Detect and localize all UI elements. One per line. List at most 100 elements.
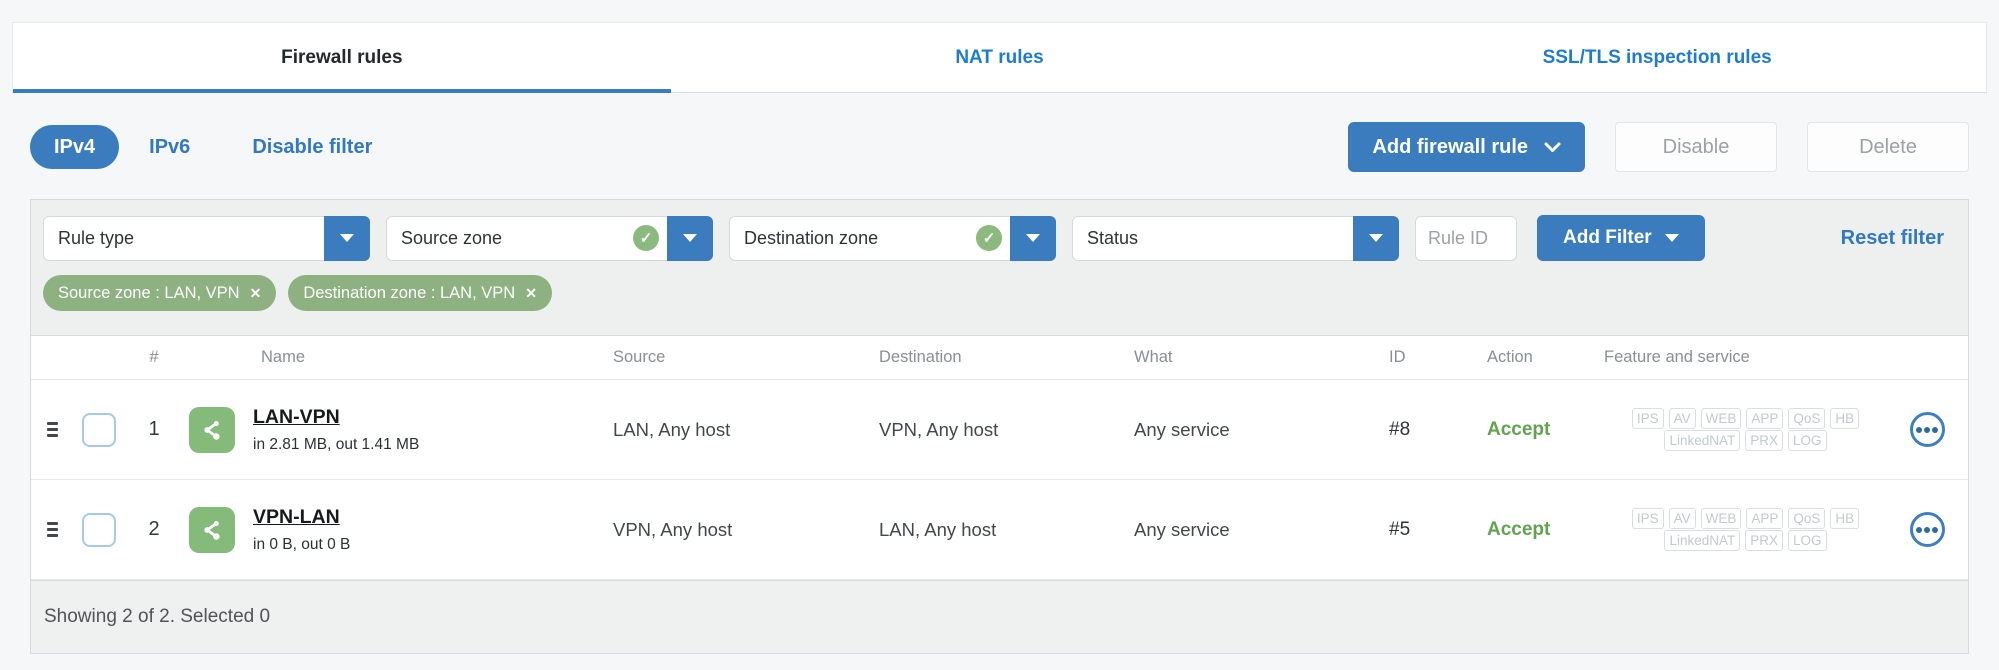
- header-destination: Destination: [879, 348, 962, 366]
- header-feature-and-service: Feature and service: [1604, 348, 1750, 366]
- ellipsis-circle-icon[interactable]: [1909, 412, 1945, 447]
- dropdown-toggle-button[interactable]: [324, 215, 370, 261]
- rule-what: Any service: [1134, 518, 1230, 540]
- check-circle-icon: ✓: [633, 225, 659, 251]
- header-id: ID: [1389, 348, 1406, 366]
- add-firewall-rule-label: Add firewall rule: [1372, 135, 1528, 158]
- feature-badge: PRX: [1745, 430, 1784, 451]
- tab-bar: Firewall rules NAT rules SSL/TLS inspectio…: [12, 22, 1987, 93]
- filter-chips: Source zone : LAN, VPN ✕ Destination zone …: [31, 271, 1968, 335]
- feature-badge: QoS: [1788, 508, 1826, 529]
- dropdown-label: Source zone: [401, 227, 503, 248]
- drag-handle-icon[interactable]: [46, 522, 58, 537]
- ellipsis-circle-icon[interactable]: [1909, 512, 1945, 547]
- feature-badge: IPS: [1631, 408, 1664, 429]
- rule-number: 1: [148, 418, 160, 440]
- rule-destination: VPN, Any host: [879, 418, 999, 440]
- dropdown-toggle-button[interactable]: [667, 215, 713, 261]
- chevron-down-triangle-icon: [340, 234, 354, 242]
- header-what: What: [1134, 348, 1173, 366]
- rule-source: VPN, Any host: [613, 518, 733, 540]
- feature-badge: WEB: [1700, 408, 1742, 429]
- filter-area: Rule type Source zone ✓ Destination zone ✓ St…: [31, 200, 1968, 336]
- table-footer: Showing 2 of 2. Selected 0: [31, 580, 1968, 653]
- filter-dropdown-status[interactable]: Status: [1072, 215, 1399, 261]
- ipv6-toggle[interactable]: IPv6: [149, 136, 190, 159]
- filter-dropdown-rule-type[interactable]: Rule type: [43, 215, 370, 261]
- filter-chip: Destination zone : LAN, VPN ✕: [288, 275, 552, 311]
- dropdown-label: Status: [1087, 227, 1139, 248]
- feature-badge: AV: [1668, 508, 1696, 529]
- feature-badge: PRX: [1745, 530, 1784, 551]
- rule-destination: LAN, Any host: [879, 518, 997, 540]
- rule-name-link[interactable]: VPN-LAN: [253, 506, 340, 528]
- reset-filter-link[interactable]: Reset filter: [1841, 227, 1956, 250]
- filter-dropdown-source-zone[interactable]: Source zone ✓: [386, 215, 713, 261]
- feature-badge: QoS: [1788, 408, 1826, 429]
- ipv4-toggle[interactable]: IPv4: [30, 125, 120, 169]
- filter-chip: Source zone : LAN, VPN ✕: [43, 275, 277, 311]
- tab-ssl-tls-inspection-rules[interactable]: SSL/TLS inspection rules: [1328, 23, 1986, 92]
- feature-badge: LinkedNAT: [1664, 530, 1741, 551]
- rule-id: #5: [1389, 518, 1411, 540]
- rules-table-body: 1 LAN-VPN in 2.81 MB, out 1.41 MB LAN, A…: [31, 380, 1968, 580]
- table-header: # Name Source Destination What ID Action…: [31, 336, 1968, 380]
- tab-firewall-rules[interactable]: Firewall rules: [13, 23, 671, 93]
- filter-chip-label: Destination zone : LAN, VPN: [303, 283, 516, 302]
- add-firewall-rule-button[interactable]: Add firewall rule: [1348, 122, 1585, 172]
- check-circle-icon: ✓: [976, 225, 1002, 251]
- dropdown-toggle-button[interactable]: [1010, 215, 1056, 261]
- chevron-down-triangle-icon: [683, 234, 697, 242]
- close-icon[interactable]: ✕: [250, 285, 262, 302]
- share-icon: [189, 406, 235, 453]
- row-checkbox[interactable]: [82, 512, 116, 547]
- share-icon: [189, 506, 235, 553]
- header-action: Action: [1487, 348, 1533, 366]
- rule-action: Accept: [1487, 519, 1551, 540]
- feature-badge: WEB: [1700, 508, 1742, 529]
- rule-traffic: in 0 B, out 0 B: [253, 535, 351, 553]
- feature-badge: LOG: [1788, 430, 1827, 451]
- dropdown-label: Rule type: [58, 227, 135, 248]
- header-source: Source: [613, 348, 666, 366]
- drag-handle-icon[interactable]: [46, 422, 58, 437]
- rule-id: #8: [1389, 418, 1411, 440]
- feature-badge: IPS: [1631, 508, 1664, 529]
- toolbar-actions: Add firewall rule Disable Delete: [1348, 122, 1969, 172]
- table-row: 2 VPN-LAN in 0 B, out 0 B VPN, Any host …: [31, 480, 1968, 580]
- tab-nat-rules[interactable]: NAT rules: [671, 23, 1329, 92]
- toolbar: IPv4 IPv6 Disable filter Add firewall ru…: [30, 122, 1969, 172]
- delete-button[interactable]: Delete: [1807, 122, 1969, 172]
- feature-badge: LOG: [1788, 530, 1827, 551]
- rule-action: Accept: [1487, 419, 1551, 440]
- table-row: 1 LAN-VPN in 2.81 MB, out 1.41 MB LAN, A…: [31, 380, 1968, 480]
- header-number: #: [149, 348, 159, 366]
- feature-badge: HB: [1830, 408, 1860, 429]
- rule-what: Any service: [1134, 418, 1230, 440]
- filter-chip-label: Source zone : LAN, VPN: [58, 283, 240, 302]
- add-filter-button[interactable]: Add Filter: [1537, 215, 1705, 261]
- chevron-down-triangle-icon: [1026, 234, 1040, 242]
- filter-bar: Rule type Source zone ✓ Destination zone ✓ St…: [31, 200, 1968, 271]
- header-name: Name: [261, 348, 306, 366]
- rule-traffic: in 2.81 MB, out 1.41 MB: [253, 435, 420, 453]
- chevron-down-triangle-icon: [1664, 234, 1679, 242]
- filter-dropdown-destination-zone[interactable]: Destination zone ✓: [729, 215, 1056, 261]
- rule-source: LAN, Any host: [613, 418, 731, 440]
- feature-badge: HB: [1830, 508, 1860, 529]
- rule-name-link[interactable]: LAN-VPN: [253, 406, 340, 428]
- disable-button[interactable]: Disable: [1615, 122, 1777, 172]
- rule-features: IPS AV WEB APP QoS HB LinkedNAT PRX LOG: [1596, 507, 1887, 552]
- rule-id-input[interactable]: [1415, 215, 1517, 261]
- close-icon[interactable]: ✕: [525, 285, 537, 302]
- rules-panel: Rule type Source zone ✓ Destination zone ✓ St…: [30, 199, 1969, 654]
- add-filter-label: Add Filter: [1563, 227, 1652, 248]
- disable-filter-link[interactable]: Disable filter: [252, 136, 372, 159]
- rule-number: 2: [148, 518, 160, 540]
- feature-badge: AV: [1668, 408, 1696, 429]
- dropdown-toggle-button[interactable]: [1353, 215, 1399, 261]
- firewall-page: Firewall rules NAT rules SSL/TLS inspectio…: [0, 22, 1999, 654]
- rule-features: IPS AV WEB APP QoS HB LinkedNAT PRX LOG: [1596, 407, 1887, 452]
- feature-badge: LinkedNAT: [1664, 430, 1741, 451]
- row-checkbox[interactable]: [82, 412, 116, 447]
